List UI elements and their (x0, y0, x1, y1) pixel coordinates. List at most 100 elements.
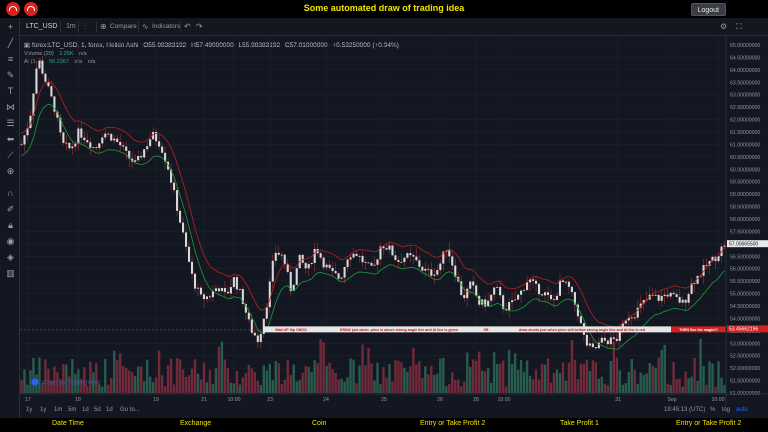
eye-icon[interactable]: ◉ (5, 236, 16, 247)
volume-bar (334, 372, 337, 393)
volume-bar (86, 385, 89, 393)
divider (180, 21, 181, 33)
footer-exchange[interactable]: Exchange (180, 420, 211, 427)
candle-body (110, 133, 113, 141)
candle-body (274, 252, 277, 261)
price-tick-label: 56.50000000 (730, 254, 760, 260)
trash-icon[interactable]: ▥ (5, 268, 16, 279)
trendline-icon[interactable]: ╱ (5, 38, 16, 49)
candle-body (44, 73, 47, 82)
horizontal-line-icon[interactable]: ≡ (5, 54, 16, 65)
footer-date-time[interactable]: Date Time (52, 420, 84, 427)
range-2[interactable]: 1y (40, 407, 46, 413)
chart-type-icon[interactable]: ⫶ (84, 22, 86, 32)
volume-bar (316, 363, 319, 393)
candle-body (158, 141, 161, 147)
range-7[interactable]: 1d (106, 407, 113, 413)
candle-body (50, 86, 53, 97)
footer-coin[interactable]: Coin (312, 420, 326, 427)
redo-icon[interactable]: ↷ (196, 22, 203, 31)
candle-body (220, 288, 223, 292)
ruler-icon[interactable]: ⟋ (5, 150, 16, 161)
volume-bar (238, 384, 242, 393)
settings-icon[interactable]: ⚙ (720, 22, 727, 31)
candle-body (107, 133, 110, 135)
volume-bar (193, 359, 197, 393)
auto-toggle[interactable]: auto (736, 407, 748, 413)
footer-entry-tp2[interactable]: Entry or Take Profit 2 (420, 420, 485, 427)
annotation-text: SR (484, 328, 489, 332)
volume-bar (151, 382, 155, 393)
volume-bar (71, 358, 74, 393)
logout-button[interactable]: Logout (690, 3, 726, 16)
candle-body (340, 277, 343, 279)
volume-bar (101, 386, 104, 393)
candle-body (310, 263, 313, 265)
compare-icon[interactable]: ⊕ (100, 22, 107, 31)
price-tick-label: 54.00000000 (730, 316, 760, 322)
volume-bar (475, 360, 478, 393)
volume-bar (122, 365, 125, 393)
percent-toggle[interactable]: % (710, 407, 715, 413)
app: Some automated draw of trading idea Logo… (0, 0, 768, 432)
range-4[interactable]: 5m (68, 407, 76, 413)
crosshair-icon[interactable]: + (5, 22, 16, 33)
fib-icon[interactable]: ☰ (5, 118, 16, 129)
volume-bar (654, 367, 657, 393)
undo-icon[interactable]: ↶ (184, 22, 191, 31)
indicators-icon[interactable]: ∿ (142, 22, 149, 31)
range-1[interactable]: 1y (26, 407, 32, 413)
volume-bar (382, 366, 385, 393)
range-5[interactable]: 1d (82, 407, 89, 413)
volume-bar (525, 360, 529, 393)
volume-bar (104, 359, 107, 393)
price-tick-label: 61.00000000 (730, 142, 760, 148)
volume-bar (600, 376, 604, 393)
ai-lines (21, 81, 725, 350)
compare-button[interactable]: Compare (110, 23, 137, 30)
symbol-field[interactable]: LTC_USD (26, 23, 57, 30)
price-chart[interactable]: Wait UP flip ONDO DRAW just when: price i… (20, 36, 768, 406)
volume-bar (409, 366, 412, 393)
volume-bar (29, 370, 32, 393)
indicators-button[interactable]: Indicators (152, 23, 180, 30)
text-icon[interactable]: T (5, 86, 16, 97)
candle-body (71, 146, 74, 149)
candle-body (657, 294, 660, 301)
volume-bar (639, 372, 642, 393)
volume-bar (412, 347, 415, 393)
price-tick-label: 62.50000000 (730, 105, 760, 111)
magnet-icon[interactable]: ∩ (5, 188, 16, 199)
brush-icon[interactable]: ✎ (5, 70, 16, 81)
lock-icon[interactable]: 🔒︎ (5, 220, 16, 231)
goto-button[interactable]: Go to... (120, 407, 140, 413)
arrow-icon[interactable]: ⬅ (5, 134, 16, 145)
footer-entry-tp2-b[interactable]: Entry or Take Profit 2 (676, 420, 741, 427)
footer-tp1[interactable]: Take Profit 1 (560, 420, 599, 427)
volume-bar (669, 385, 672, 393)
zoom-icon[interactable]: ⊕ (5, 166, 16, 177)
candle-body (466, 288, 469, 299)
timeframe-button[interactable]: 1m (66, 23, 76, 30)
volume-bar (430, 365, 433, 393)
pattern-icon[interactable]: ⋈ (5, 102, 16, 113)
time-axis[interactable]: 17 18 19 21 10:00 23 24 25 26 28 10:00 31 Sep 10:00 (20, 393, 768, 403)
candle-body (232, 277, 235, 288)
layers-icon[interactable]: ◈ (5, 252, 16, 263)
volume-bar (44, 359, 47, 393)
candle-body (409, 253, 412, 256)
price-tick-label: 63.00000000 (730, 93, 760, 99)
range-3[interactable]: 1m (54, 407, 62, 413)
volume-bar (684, 371, 687, 393)
candle-body (92, 147, 95, 149)
candle-body (675, 294, 678, 297)
candle-body (373, 264, 376, 266)
volume-bar (495, 363, 499, 393)
volume-bar (139, 366, 143, 393)
log-toggle[interactable]: log (722, 407, 730, 413)
fullscreen-icon[interactable]: ⛶ (736, 22, 742, 32)
pencil-lock-icon[interactable]: ✐ (5, 204, 16, 215)
range-6[interactable]: 5d (94, 407, 101, 413)
volume-bar (277, 363, 280, 393)
price-axis[interactable]: 65.00000000 64.50000000 64.00000000 63.5000… (725, 36, 768, 406)
